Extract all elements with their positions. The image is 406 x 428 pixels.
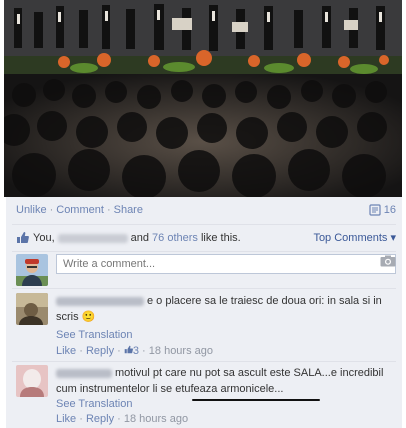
concert-photo[interactable]	[4, 0, 402, 197]
comment-link[interactable]: Comment	[56, 204, 104, 216]
thumbs-up-icon	[124, 345, 133, 354]
comment-input[interactable]: Write a comment...	[56, 254, 396, 274]
comment-2: motivul pt care nu pot sa ascult este SA…	[6, 365, 402, 427]
share-count-value: 16	[383, 204, 396, 216]
see-translation-link[interactable]: See Translation	[56, 398, 132, 410]
likes-suffix: like this.	[200, 232, 241, 244]
comment-body: e o placere sa le traiesc de doua ori: i…	[56, 293, 386, 325]
share-icon	[369, 204, 381, 216]
handwritten-underline	[192, 399, 320, 401]
blurred-name	[57, 233, 128, 243]
unlike-link[interactable]: Unlike	[16, 204, 47, 216]
avatar[interactable]	[16, 293, 48, 325]
avatar[interactable]	[16, 365, 48, 397]
blurred-name[interactable]	[56, 296, 144, 306]
separator: ·	[49, 204, 54, 216]
share-count[interactable]: 16	[369, 197, 396, 224]
comment-composer: Write a comment...	[6, 252, 402, 288]
divider	[12, 361, 396, 362]
post-feedback-panel: Unlike · Comment · Share 16 You, and 76 other…	[6, 197, 402, 428]
likes-others-link[interactable]: 76 others	[152, 232, 198, 244]
timestamp[interactable]: 18 hours ago	[149, 345, 213, 357]
comment-body: motivul pt care nu pot sa ascult este SA…	[56, 365, 386, 397]
top-comments-dropdown[interactable]: Top Comments ▾	[313, 225, 396, 251]
blurred-name[interactable]	[56, 368, 112, 378]
comment-meta: Like · Reply · 3 · 18 hours ago	[56, 345, 213, 357]
likes-and: and	[130, 232, 149, 244]
likes-you: You,	[33, 232, 55, 244]
comment-meta: Like · Reply · 18 hours ago	[56, 413, 189, 425]
reply-link[interactable]: Reply	[86, 413, 114, 425]
comment-like-count[interactable]: 3	[133, 345, 139, 357]
see-translation-link[interactable]: See Translation	[56, 329, 132, 341]
avatar[interactable]	[16, 254, 48, 286]
see-translation: See Translation	[56, 397, 132, 411]
see-translation: See Translation	[56, 328, 132, 342]
like-link[interactable]: Like	[56, 413, 76, 425]
likes-summary: You, and 76 others like this. Top Comment…	[6, 225, 402, 251]
divider	[12, 288, 396, 289]
share-link[interactable]: Share	[114, 204, 143, 216]
timestamp[interactable]: 18 hours ago	[124, 413, 188, 425]
thumbs-up-icon	[17, 232, 29, 243]
separator: ·	[106, 204, 111, 216]
reply-link[interactable]: Reply	[86, 345, 114, 357]
action-bar: Unlike · Comment · Share 16	[6, 197, 402, 224]
like-link[interactable]: Like	[56, 345, 76, 357]
comment-1: e o placere sa le traiesc de doua ori: i…	[6, 293, 402, 359]
camera-icon[interactable]	[380, 255, 396, 267]
